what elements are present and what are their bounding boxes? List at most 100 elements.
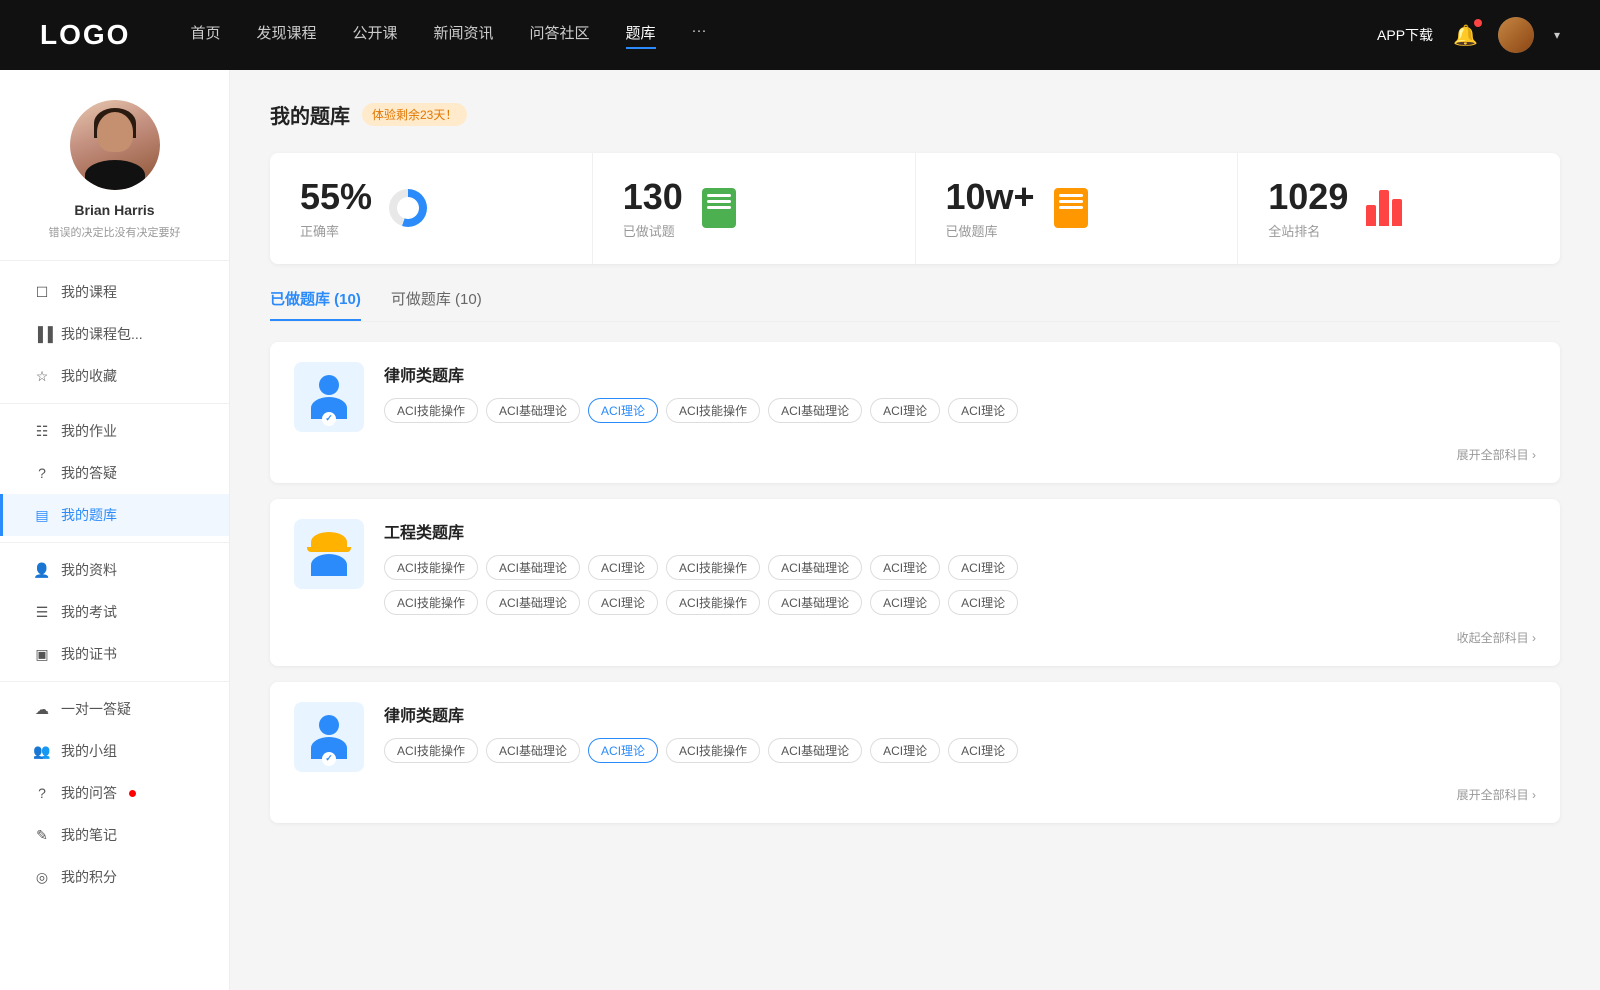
nav-news[interactable]: 新闻资讯 (434, 22, 494, 49)
lawyer-head (319, 375, 339, 395)
sidebar-item-course[interactable]: ☐ 我的课程 (0, 271, 229, 313)
sidebar-item-label: 我的小组 (61, 741, 117, 761)
notification-bell[interactable]: 🔔 (1453, 23, 1478, 48)
tag-3-7[interactable]: ACI理论 (948, 738, 1018, 763)
bar3 (1392, 199, 1402, 226)
lawyer-head-3 (319, 715, 339, 735)
stat-done-banks: 10w+ 已做题库 (916, 153, 1239, 264)
lawyer-icon: ✓ (309, 375, 349, 419)
tag-2-13[interactable]: ACI理论 (870, 590, 940, 615)
stats-row: 55% 正确率 130 已做试题 (270, 153, 1560, 264)
stat-done-label: 已做试题 (623, 221, 683, 240)
tag-1-7[interactable]: ACI理论 (948, 398, 1018, 423)
page-header: 我的题库 体验剩余23天！ (270, 100, 1560, 129)
sidebar-item-qa[interactable]: ? 我的答疑 (0, 452, 229, 494)
doc-green-icon (702, 188, 736, 228)
profile-icon: 👤 (33, 562, 51, 579)
tag-2-14[interactable]: ACI理论 (948, 590, 1018, 615)
pie-inner (397, 197, 419, 219)
tab-available[interactable]: 可做题库 (10) (391, 288, 482, 321)
sidebar-item-profile[interactable]: 👤 我的资料 (0, 549, 229, 591)
pie-chart-icon (389, 189, 427, 227)
sidebar-item-points[interactable]: ◎ 我的积分 (0, 856, 229, 898)
tag-1-6[interactable]: ACI理论 (870, 398, 940, 423)
tag-2-10[interactable]: ACI理论 (588, 590, 658, 615)
qbank-tabs: 已做题库 (10) 可做题库 (10) (270, 288, 1560, 322)
sidebar-item-certificate[interactable]: ▣ 我的证书 (0, 633, 229, 675)
lawyer-icon-3: ✓ (309, 715, 349, 759)
avatar-body (85, 160, 145, 190)
sidebar-item-label: 我的积分 (61, 867, 117, 887)
tag-2-3[interactable]: ACI理论 (588, 555, 658, 580)
avatar[interactable] (1498, 17, 1534, 53)
stat-rank-text: 1029 全站排名 (1268, 177, 1348, 240)
tag-3-4[interactable]: ACI技能操作 (666, 738, 760, 763)
tag-3-1[interactable]: ACI技能操作 (384, 738, 478, 763)
tag-2-5[interactable]: ACI基础理论 (768, 555, 862, 580)
qbank-card-2-icon (294, 519, 364, 589)
sidebar-item-coursepack[interactable]: ▐▐ 我的课程包... (0, 313, 229, 355)
nav-qa[interactable]: 问答社区 (530, 22, 590, 49)
stat-done-value: 130 (623, 177, 683, 217)
sidebar-item-label: 我的作业 (61, 421, 117, 441)
divider (0, 542, 229, 543)
tag-2-6[interactable]: ACI理论 (870, 555, 940, 580)
main-content: 我的题库 体验剩余23天！ 55% 正确率 130 已做试题 (230, 70, 1600, 990)
tag-1-5[interactable]: ACI基础理论 (768, 398, 862, 423)
stat-accuracy-icon (388, 188, 428, 228)
tag-2-4[interactable]: ACI技能操作 (666, 555, 760, 580)
app-download-button[interactable]: APP下载 (1377, 25, 1433, 45)
sidebar-item-homework[interactable]: ☷ 我的作业 (0, 410, 229, 452)
tag-3-3[interactable]: ACI理论 (588, 738, 658, 763)
tag-3-6[interactable]: ACI理论 (870, 738, 940, 763)
engineer-helmet (311, 532, 347, 552)
engineer-body (311, 554, 347, 576)
sidebar-item-questionbank[interactable]: ▤ 我的题库 (0, 494, 229, 536)
sidebar-item-myqa[interactable]: ? 我的问答 (0, 772, 229, 814)
questionbank-icon: ▤ (33, 507, 51, 524)
nav-more[interactable]: ··· (692, 22, 707, 49)
qbank-card-3-info: 律师类题库 ACI技能操作 ACI基础理论 ACI理论 ACI技能操作 ACI基… (384, 702, 1536, 763)
tag-2-7[interactable]: ACI理论 (948, 555, 1018, 580)
tag-2-11[interactable]: ACI技能操作 (666, 590, 760, 615)
stat-banks-label: 已做题库 (946, 221, 1035, 240)
nav-discover[interactable]: 发现课程 (256, 22, 316, 49)
qbank-card-2-tags-row1: ACI技能操作 ACI基础理论 ACI理论 ACI技能操作 ACI基础理论 AC… (384, 555, 1536, 580)
qbank-card-2-header: 工程类题库 ACI技能操作 ACI基础理论 ACI理论 ACI技能操作 ACI基… (294, 519, 1536, 615)
sidebar-item-label: 我的考试 (61, 602, 117, 622)
qbank-card-3-name: 律师类题库 (384, 702, 1536, 726)
tag-2-12[interactable]: ACI基础理论 (768, 590, 862, 615)
divider (0, 403, 229, 404)
tag-3-2[interactable]: ACI基础理论 (486, 738, 580, 763)
sidebar-item-group[interactable]: 👥 我的小组 (0, 730, 229, 772)
tag-2-9[interactable]: ACI基础理论 (486, 590, 580, 615)
tag-1-2[interactable]: ACI基础理论 (486, 398, 580, 423)
sidebar-item-1on1qa[interactable]: ☁ 一对一答疑 (0, 688, 229, 730)
tag-3-5[interactable]: ACI基础理论 (768, 738, 862, 763)
qbank-card-1-info: 律师类题库 ACI技能操作 ACI基础理论 ACI理论 ACI技能操作 ACI基… (384, 362, 1536, 423)
tag-1-3[interactable]: ACI理论 (588, 398, 658, 423)
qbank-card-1-expand[interactable]: 展开全部科目 › (294, 446, 1536, 463)
sidebar-item-label: 我的问答 (61, 783, 117, 803)
doc-orange-icon (1054, 188, 1088, 228)
stat-banks-icon (1051, 188, 1091, 228)
nav-opencourse[interactable]: 公开课 (352, 22, 397, 49)
tag-2-2[interactable]: ACI基础理论 (486, 555, 580, 580)
user-dropdown-arrow[interactable]: ▾ (1554, 28, 1560, 42)
sidebar-item-label: 一对一答疑 (61, 699, 131, 719)
sidebar-item-exam[interactable]: ☰ 我的考试 (0, 591, 229, 633)
tag-2-8[interactable]: ACI技能操作 (384, 590, 478, 615)
sidebar-item-notes[interactable]: ✎ 我的笔记 (0, 814, 229, 856)
nav-home[interactable]: 首页 (190, 22, 220, 49)
tag-1-1[interactable]: ACI技能操作 (384, 398, 478, 423)
tab-done[interactable]: 已做题库 (10) (270, 288, 361, 321)
nav-questionbank[interactable]: 题库 (626, 22, 656, 49)
qbank-card-3-expand[interactable]: 展开全部科目 › (294, 786, 1536, 803)
sidebar-item-favorites[interactable]: ☆ 我的收藏 (0, 355, 229, 397)
tag-2-1[interactable]: ACI技能操作 (384, 555, 478, 580)
logo[interactable]: LOGO (40, 19, 130, 51)
tag-1-4[interactable]: ACI技能操作 (666, 398, 760, 423)
lawyer-badge: ✓ (322, 412, 336, 426)
homework-icon: ☷ (33, 423, 51, 440)
qbank-card-2-expand[interactable]: 收起全部科目 › (294, 629, 1536, 646)
